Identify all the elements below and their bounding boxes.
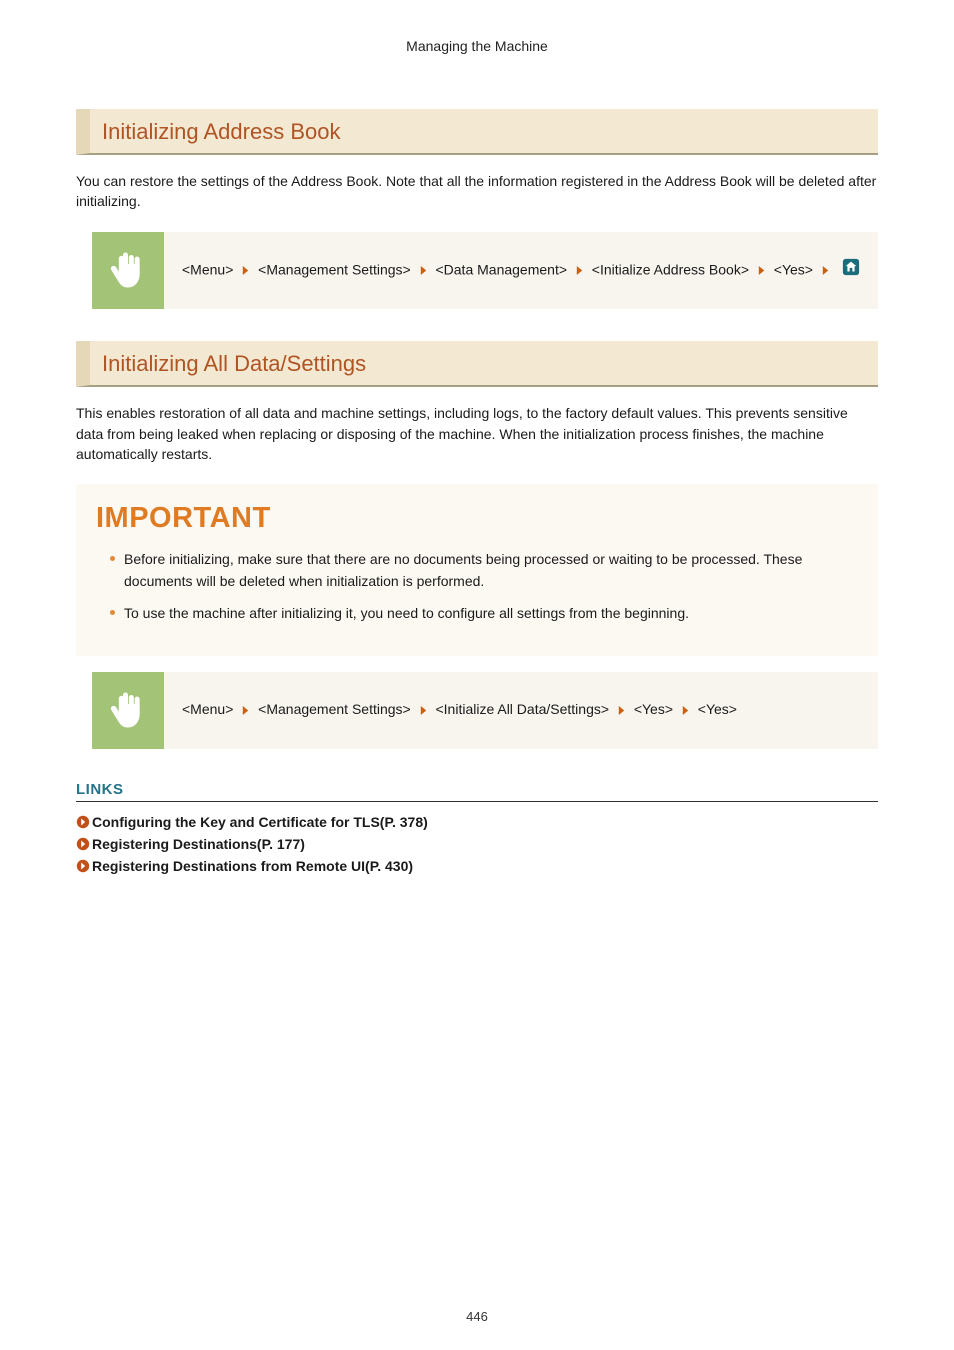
step-arrow-icon <box>241 259 250 283</box>
home-icon <box>842 258 860 284</box>
procedure-hand-icon <box>92 232 164 310</box>
links-heading: LINKS <box>76 781 878 802</box>
procedure-hand-icon <box>92 672 164 748</box>
procedure-step: <Yes> <box>698 701 737 717</box>
step-arrow-icon <box>821 259 830 283</box>
link-label: Registering Destinations from Remote UI(… <box>92 858 413 874</box>
procedure-block-1: <Menu> <Management Settings> <Data Manag… <box>92 232 878 310</box>
step-arrow-icon <box>419 259 428 283</box>
procedure-step: <Menu> <box>182 701 233 717</box>
section-heading-initialize-all-data: Initializing All Data/Settings <box>76 341 878 387</box>
procedure-step: <Yes> <box>774 261 813 277</box>
link-arrow-icon <box>76 815 90 829</box>
important-item: Before initializing, make sure that ther… <box>110 549 858 592</box>
link-label: Registering Destinations(P. 177) <box>92 836 305 852</box>
section2-body: This enables restoration of all data and… <box>76 403 878 464</box>
section1-body: You can restore the settings of the Addr… <box>76 171 878 212</box>
step-arrow-icon <box>419 699 428 723</box>
link-item[interactable]: Registering Destinations from Remote UI(… <box>76 858 878 874</box>
link-arrow-icon <box>76 837 90 851</box>
step-arrow-icon <box>575 259 584 283</box>
important-item: To use the machine after initializing it… <box>110 603 858 625</box>
link-item[interactable]: Registering Destinations(P. 177) <box>76 836 878 852</box>
link-item[interactable]: Configuring the Key and Certificate for … <box>76 814 878 830</box>
procedure-block-2: <Menu> <Management Settings> <Initialize… <box>92 672 878 748</box>
procedure-step: <Initialize All Data/Settings> <box>435 701 609 717</box>
step-arrow-icon <box>617 699 626 723</box>
link-label: Configuring the Key and Certificate for … <box>92 814 428 830</box>
link-list: Configuring the Key and Certificate for … <box>76 814 878 874</box>
procedure-step: <Data Management> <box>435 261 567 277</box>
procedure-step: <Management Settings> <box>258 261 411 277</box>
page-number: 446 <box>0 1309 954 1324</box>
link-arrow-icon <box>76 859 90 873</box>
important-title: IMPORTANT <box>96 502 858 535</box>
procedure-text-1: <Menu> <Management Settings> <Data Manag… <box>164 232 878 310</box>
important-box: IMPORTANT Before initializing, make sure… <box>76 484 878 656</box>
procedure-text-2: <Menu> <Management Settings> <Initialize… <box>164 672 878 748</box>
procedure-step: <Initialize Address Book> <box>592 261 749 277</box>
procedure-step: <Menu> <box>182 261 233 277</box>
important-list: Before initializing, make sure that ther… <box>96 549 858 624</box>
step-arrow-icon <box>757 259 766 283</box>
procedure-step: <Management Settings> <box>258 701 411 717</box>
page-top-title: Managing the Machine <box>76 38 878 54</box>
section-heading-initialize-address-book: Initializing Address Book <box>76 109 878 155</box>
procedure-step: <Yes> <box>634 701 673 717</box>
step-arrow-icon <box>241 699 250 723</box>
step-arrow-icon <box>681 699 690 723</box>
